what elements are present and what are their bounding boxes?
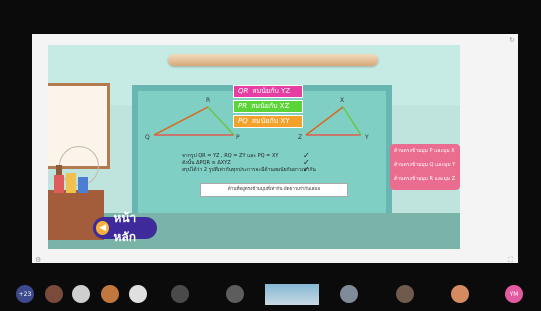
curtain-rod — [168, 54, 378, 66]
correspondence-line: ด้านตรงข้ามมุม P และมุม X — [394, 148, 455, 154]
easel-board — [48, 83, 110, 186]
book-icon — [66, 173, 76, 193]
participant-video-preview[interactable] — [265, 284, 319, 305]
triangle-xyz — [305, 106, 362, 136]
correspondence-line: ด้านตรงข้ามมุม Q และมุม Y — [394, 162, 456, 168]
check-icon: ✓ — [303, 165, 310, 174]
vertex-label-y: Y — [365, 134, 369, 141]
participant-strip: +23 YM — [0, 283, 541, 311]
participant-avatar[interactable] — [101, 285, 119, 303]
vertex-label-p: P — [236, 134, 240, 141]
triangle-pqr — [153, 106, 235, 136]
participant-overflow[interactable]: +23 — [16, 285, 34, 303]
back-arrow-icon: ◀ — [96, 221, 110, 235]
lesson-slide: R Q P X Z Y QR สมนัยกับ YZ PR สมนัยกับ XZ … — [48, 45, 460, 249]
proof-conclusion-box: ด้านที่อยู่ตรงข้ามมุมที่เท่ากัน ยัดยาวเท… — [200, 183, 348, 197]
participant-initials[interactable]: YM — [505, 285, 523, 303]
proof-line: ดังนั้น ΔPQR ≅ ΔXYZ — [182, 160, 231, 166]
banner-qr: QR สมนัยกับ YZ — [233, 85, 303, 98]
fullscreen-icon[interactable]: ⛶ — [508, 256, 513, 265]
proof-line: จากรูป QR = YZ , RQ = ZY และ PQ = XY — [182, 153, 279, 159]
vertex-label-z: Z — [298, 134, 303, 141]
vertex-label-r: R — [206, 97, 211, 104]
participant-avatar[interactable] — [72, 285, 90, 303]
participant-avatar[interactable] — [171, 285, 189, 303]
home-label: หน้าหลัก — [113, 211, 137, 244]
banner-pr: PR สมนัยกับ XZ — [233, 100, 303, 113]
participant-avatar[interactable] — [340, 285, 358, 303]
participant-avatar[interactable] — [226, 285, 244, 303]
participant-avatar[interactable] — [396, 285, 414, 303]
participant-avatar[interactable] — [451, 285, 469, 303]
correspondence-line: ด้านตรงข้ามมุม R และมุม Z — [394, 176, 456, 182]
proof-text: จากรูป QR = YZ , RQ = ZY และ PQ = XY ดัง… — [182, 153, 382, 174]
participant-avatar[interactable] — [45, 285, 63, 303]
refresh-icon[interactable]: ↻ — [509, 36, 515, 44]
correspondence-panel: ด้านตรงข้ามมุม P และมุม X ด้านตรงข้ามมุม… — [390, 144, 460, 190]
participant-avatar[interactable] — [129, 285, 147, 303]
vertex-label-x: X — [340, 97, 345, 104]
settings-icon[interactable]: ⚙ — [35, 256, 41, 264]
home-button[interactable]: ◀ หน้าหลัก — [93, 211, 157, 244]
banner-pq: PQ สมนัยกับ XY — [233, 115, 303, 128]
book-icon — [54, 175, 64, 193]
book-icon — [78, 177, 88, 193]
vertex-label-q: Q — [145, 134, 150, 141]
proof-line: สรุปได้ว่า 2 รูปที่เท่ากันทุกประการจะมีด… — [182, 167, 316, 173]
